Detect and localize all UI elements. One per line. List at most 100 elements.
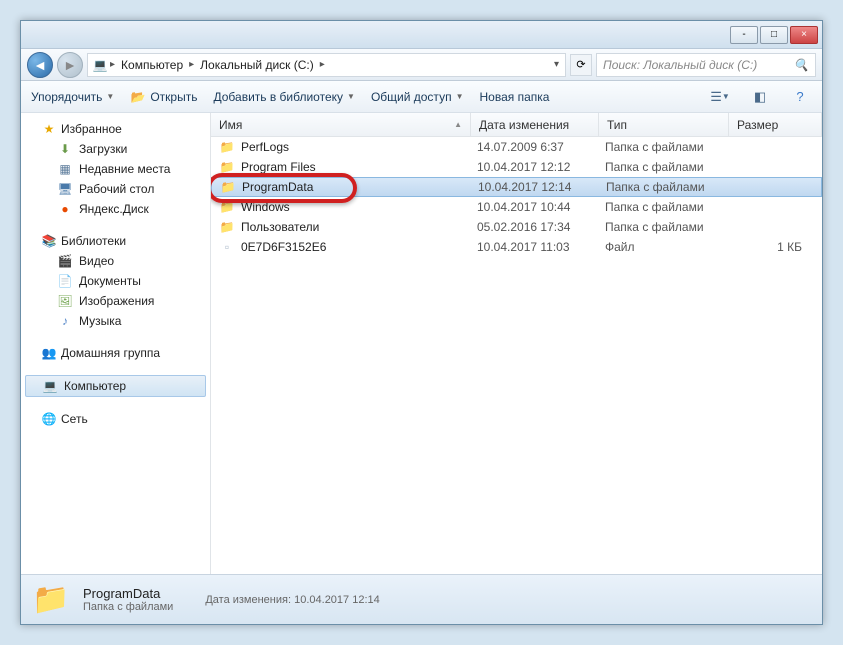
file-row[interactable]: ▫0E7D6F3152E610.04.2017 11:03Файл1 КБ — [211, 237, 822, 257]
file-date: 10.04.2017 12:14 — [478, 180, 606, 194]
chevron-down-icon: ▼ — [347, 92, 355, 101]
document-icon: 📄 — [57, 273, 73, 289]
folder-icon: 📁 — [220, 179, 236, 195]
column-size[interactable]: Размер — [729, 113, 822, 136]
file-date: 14.07.2009 6:37 — [477, 140, 605, 154]
column-headers: Имя▲ Дата изменения Тип Размер — [211, 113, 822, 137]
arrow-left-icon: ◄ — [33, 57, 47, 73]
navbar: ◄ ► 💻 ▸ Компьютер ▸ Локальный диск (C:) … — [21, 49, 822, 81]
preview-pane-button[interactable]: ◧ — [748, 86, 772, 108]
file-date: 10.04.2017 12:12 — [477, 160, 605, 174]
sidebar-recent[interactable]: ▦Недавние места — [21, 159, 210, 179]
arrow-right-icon: ► — [63, 57, 77, 73]
folder-icon: 📁 — [219, 219, 235, 235]
sidebar-homegroup[interactable]: 👥Домашняя группа — [21, 343, 210, 363]
file-list[interactable]: 📁PerfLogs14.07.2009 6:37Папка с файлами📁… — [211, 137, 822, 574]
file-type: Папка с файлами — [606, 180, 736, 194]
toolbar: Упорядочить▼ 📂Открыть Добавить в библиот… — [21, 81, 822, 113]
file-type: Файл — [605, 240, 735, 254]
file-date: 05.02.2016 17:34 — [477, 220, 605, 234]
forward-button[interactable]: ► — [57, 52, 83, 78]
file-name: 0E7D6F3152E6 — [241, 240, 326, 254]
file-date: 10.04.2017 10:44 — [477, 200, 605, 214]
status-item-name: ProgramData — [83, 586, 173, 601]
sidebar-ydisk[interactable]: ●Яндекс.Диск — [21, 199, 210, 219]
maximize-button[interactable]: □ — [760, 26, 788, 44]
chevron-right-icon[interactable]: ▸ — [187, 59, 196, 70]
desktop-icon: 🖥 — [57, 181, 73, 197]
folder-icon: 📁 — [219, 159, 235, 175]
sidebar-network[interactable]: 🌐Сеть — [21, 409, 210, 429]
file-date: 10.04.2017 11:03 — [477, 240, 605, 254]
file-row[interactable]: 📁 Windows 10.04.2017 10:44Папка с файлами — [211, 197, 822, 217]
file-icon: ▫ — [219, 239, 235, 255]
file-name: PerfLogs — [241, 140, 289, 154]
sidebar-video[interactable]: 🎬Видео — [21, 251, 210, 271]
sidebar-music[interactable]: ♪Музыка — [21, 311, 210, 331]
chevron-down-icon: ▼ — [456, 92, 464, 101]
file-type: Папка с файлами — [605, 220, 735, 234]
view-button[interactable]: ☰▼ — [708, 86, 732, 108]
search-placeholder: Поиск: Локальный диск (C:) — [603, 58, 757, 72]
computer-icon: 💻 — [42, 378, 58, 394]
sidebar-libraries[interactable]: 📚Библиотеки — [21, 231, 210, 251]
chevron-down-icon[interactable]: ▾ — [552, 59, 561, 70]
sidebar-images[interactable]: 🖼Изображения — [21, 291, 210, 311]
sidebar-documents[interactable]: 📄Документы — [21, 271, 210, 291]
yandex-disk-icon: ● — [57, 201, 73, 217]
organize-button[interactable]: Упорядочить▼ — [31, 90, 114, 104]
star-icon: ★ — [41, 121, 57, 137]
column-name[interactable]: Имя▲ — [211, 113, 471, 136]
sidebar-desktop[interactable]: 🖥Рабочий стол — [21, 179, 210, 199]
folder-open-icon: 📂 — [130, 89, 146, 105]
refresh-icon: ⟳ — [576, 58, 585, 71]
minimize-button[interactable]: - — [730, 26, 758, 44]
column-date[interactable]: Дата изменения — [471, 113, 599, 136]
folder-icon: 📁 — [219, 139, 235, 155]
image-icon: 🖼 — [57, 293, 73, 309]
help-button[interactable]: ? — [788, 86, 812, 108]
share-button[interactable]: Общий доступ▼ — [371, 90, 464, 104]
newfolder-button[interactable]: Новая папка — [479, 90, 549, 104]
file-type: Папка с файлами — [605, 160, 735, 174]
file-row[interactable]: 📁Program Files10.04.2017 12:12Папка с фа… — [211, 157, 822, 177]
file-row[interactable]: 📁 ProgramData 10.04.2017 12:14Папка с файл… — [211, 177, 822, 197]
file-row[interactable]: 📁 Пользователи 05.02.2016 17:34Папка с фай… — [211, 217, 822, 237]
file-type: Папка с файлами — [605, 140, 735, 154]
video-icon: 🎬 — [57, 253, 73, 269]
sidebar-computer[interactable]: 💻Компьютер — [25, 375, 206, 397]
sidebar-downloads[interactable]: ⬇Загрузки — [21, 139, 210, 159]
open-button[interactable]: 📂Открыть — [130, 89, 197, 105]
chevron-right-icon[interactable]: ▸ — [318, 59, 327, 70]
close-button[interactable]: × — [790, 26, 818, 44]
file-name: ProgramData — [242, 180, 313, 194]
refresh-button[interactable]: ⟳ — [570, 54, 592, 76]
folder-icon: 📁 — [219, 199, 235, 215]
homegroup-icon: 👥 — [41, 345, 57, 361]
column-type[interactable]: Тип — [599, 113, 729, 136]
file-type: Папка с файлами — [605, 200, 735, 214]
music-icon: ♪ — [57, 313, 73, 329]
titlebar[interactable]: - □ × — [21, 21, 822, 49]
download-icon: ⬇ — [57, 141, 73, 157]
file-name: Windows — [241, 200, 290, 214]
breadcrumb-drive[interactable]: Локальный диск (C:) — [196, 58, 318, 72]
folder-icon: 📁 — [31, 582, 71, 618]
file-name: Пользователи — [241, 220, 319, 234]
sidebar-favorites[interactable]: ★Избранное — [21, 119, 210, 139]
chevron-down-icon: ▼ — [106, 92, 114, 101]
status-item-type: Папка с файлами — [83, 601, 173, 613]
search-input[interactable]: Поиск: Локальный диск (C:) 🔍 — [596, 53, 816, 77]
chevron-right-icon[interactable]: ▸ — [108, 59, 117, 70]
sidebar: ★Избранное ⬇Загрузки ▦Недавние места 🖥Ра… — [21, 113, 211, 574]
breadcrumb-computer[interactable]: Компьютер — [117, 58, 187, 72]
back-button[interactable]: ◄ — [27, 52, 53, 78]
breadcrumb[interactable]: 💻 ▸ Компьютер ▸ Локальный диск (C:) ▸ ▾ — [87, 53, 566, 77]
network-icon: 🌐 — [41, 411, 57, 427]
drive-icon: 💻 — [92, 57, 108, 73]
sort-asc-icon: ▲ — [454, 120, 462, 129]
file-row[interactable]: 📁 PerfLogs 14.07.2009 6:37Папка с файлами — [211, 137, 822, 157]
library-button[interactable]: Добавить в библиотеку▼ — [213, 90, 354, 104]
status-meta-label: Дата изменения: — [205, 594, 291, 606]
file-pane: Имя▲ Дата изменения Тип Размер 📁 PerfLogs… — [211, 113, 822, 574]
